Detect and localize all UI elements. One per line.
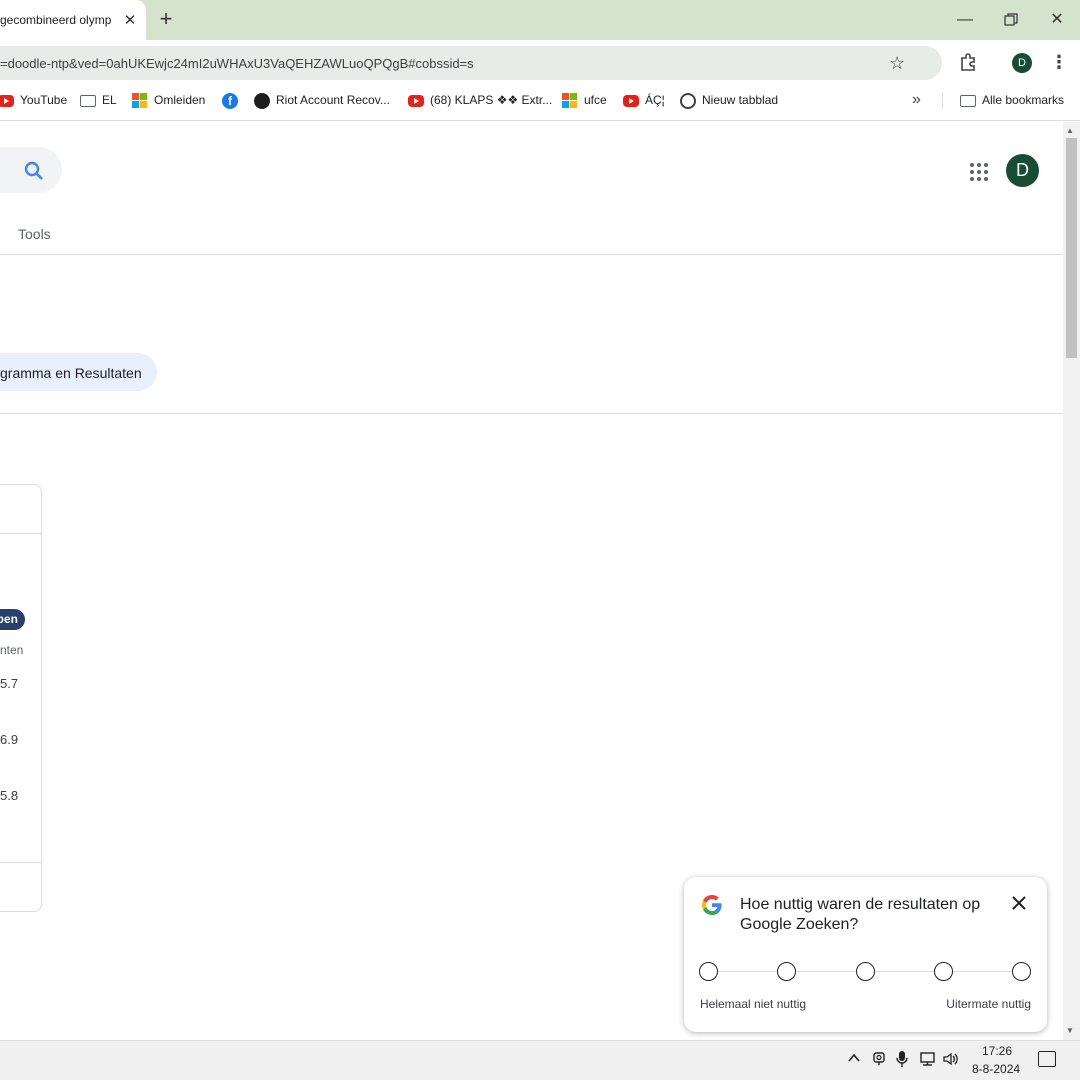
account-avatar[interactable]: D — [1006, 154, 1039, 187]
more-bookmarks-icon[interactable]: » — [912, 91, 921, 109]
globe-icon — [680, 92, 696, 109]
new-tab-icon[interactable]: + — [156, 8, 176, 30]
extensions-icon[interactable] — [959, 52, 979, 72]
tools-tab[interactable]: Tools — [18, 226, 51, 242]
camera-icon[interactable] — [872, 1051, 886, 1071]
bookmark-nieuw-tabblad[interactable]: Nieuw tabblad — [680, 92, 778, 110]
feedback-dialog: Hoe nuttig waren de resultaten op Google… — [684, 877, 1047, 1032]
restore-icon[interactable] — [1001, 10, 1021, 30]
folder-icon — [80, 94, 96, 107]
all-bookmarks-button[interactable]: Alle bookmarks — [960, 92, 1064, 110]
profile-avatar-small[interactable]: D — [1012, 53, 1032, 73]
bookmark-facebook[interactable]: f — [222, 92, 244, 110]
minimize-icon[interactable]: — — [955, 10, 975, 30]
microsoft-icon — [132, 92, 148, 109]
status-badge: pen — [0, 609, 25, 630]
tab-title: gecombineerd olympi — [0, 13, 112, 27]
rating-option-5[interactable] — [1012, 962, 1031, 981]
notification-icon[interactable] — [1038, 1051, 1056, 1067]
microsoft-icon — [562, 92, 578, 109]
chevron-up-icon[interactable] — [847, 1051, 861, 1069]
card-divider — [0, 862, 41, 863]
bookmark-ac[interactable]: ÁÇ¦ — [623, 92, 665, 110]
url-text[interactable]: =doodle-ntp&ved=0ahUKEwjc24mI2uWHAxU3VaQ… — [0, 56, 474, 71]
bookmark-youtube[interactable]: YouTube — [0, 92, 67, 110]
search-icon[interactable] — [24, 161, 44, 181]
bookmark-klaps[interactable]: (68) KLAPS ❖❖ Extr... — [408, 92, 552, 110]
rating-option-3[interactable] — [856, 962, 875, 981]
rating-low-label: Helemaal niet nuttig — [700, 997, 807, 1011]
results-card — [0, 484, 42, 912]
scrollbar-thumb[interactable] — [1066, 138, 1077, 358]
card-divider — [0, 533, 41, 534]
clock-time[interactable]: 17:26 — [982, 1044, 1012, 1058]
feedback-question: Hoe nuttig waren de resultaten op Google… — [740, 896, 981, 933]
results-chip-label[interactable]: gramma en Resultaten — [0, 365, 142, 381]
volume-icon[interactable] — [942, 1051, 960, 1071]
close-icon[interactable] — [1010, 894, 1028, 912]
close-window-icon[interactable]: ✕ — [1047, 10, 1067, 30]
facebook-icon: f — [222, 92, 238, 109]
folder-icon — [960, 94, 976, 107]
bookmark-el[interactable]: EL — [80, 92, 117, 110]
tab-close-icon[interactable]: ✕ — [122, 11, 138, 29]
browser-menu-icon[interactable]: ⋮ — [1050, 50, 1068, 74]
scroll-down-icon[interactable]: ▼ — [1066, 1026, 1074, 1035]
microphone-icon[interactable] — [896, 1051, 908, 1071]
bookmark-star-icon[interactable]: ☆ — [889, 53, 905, 74]
youtube-icon — [0, 94, 14, 107]
browser-tab[interactable]: gecombineerd olympi ✕ — [0, 0, 146, 40]
google-apps-icon[interactable] — [970, 163, 988, 181]
address-bar[interactable]: =doodle-ntp&ved=0ahUKEwjc24mI2uWHAxU3VaQ… — [0, 46, 942, 80]
network-icon[interactable] — [918, 1051, 936, 1071]
score-value: 5.7 — [0, 676, 19, 691]
rating-option-4[interactable] — [934, 962, 953, 981]
score-value: 6.9 — [0, 732, 19, 747]
card-subtitle: nten — [0, 643, 24, 657]
browser-toolbar: =doodle-ntp&ved=0ahUKEwjc24mI2uWHAxU3VaQ… — [0, 40, 1080, 85]
rating-option-1[interactable] — [699, 962, 718, 981]
bookmark-omleiden[interactable]: Omleiden — [132, 92, 205, 110]
score-value: 5.8 — [0, 788, 19, 803]
youtube-icon — [623, 94, 639, 107]
rating-high-label: Uitermate nuttig — [946, 997, 1031, 1011]
bookmark-ufce[interactable]: ufce — [562, 92, 607, 110]
bookmark-riot[interactable]: Riot Account Recov... — [254, 92, 390, 110]
clock-date[interactable]: 8-8-2024 — [972, 1062, 1020, 1076]
scroll-up-icon[interactable]: ▲ — [1066, 126, 1074, 135]
divider — [0, 254, 1063, 255]
riot-icon — [254, 92, 270, 109]
youtube-icon — [408, 94, 424, 107]
google-logo-icon — [702, 895, 722, 915]
divider — [0, 413, 1063, 414]
bookmarks-divider — [942, 93, 943, 109]
rating-option-2[interactable] — [777, 962, 796, 981]
